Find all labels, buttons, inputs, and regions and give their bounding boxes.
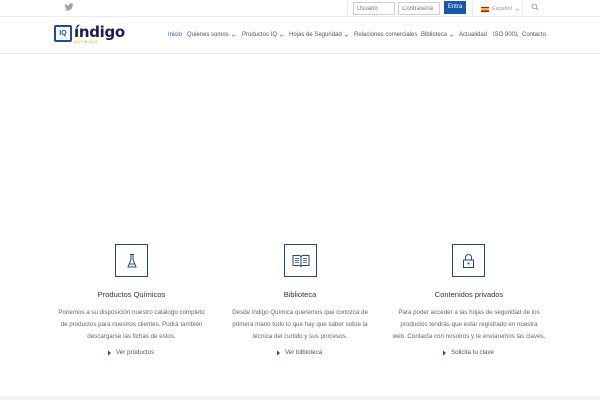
- feature-description: Para poder acceder a las hojas de seguri…: [392, 309, 546, 340]
- feature-icon-box: [284, 244, 317, 277]
- solicita-clave-link[interactable]: Solicita tu clave: [442, 349, 494, 356]
- nav-item-productos-iq[interactable]: Productos IQ: [242, 31, 284, 39]
- book-icon: [292, 254, 309, 267]
- feature-icon-box: [115, 244, 148, 277]
- logo-subtitle: QUIMICA: [74, 40, 99, 44]
- flask-icon: [126, 253, 137, 267]
- footer-edge: [0, 396, 600, 400]
- nav-item-contacto[interactable]: Contacto: [522, 31, 546, 39]
- chevron-down-icon: [344, 34, 348, 37]
- nav-item-hojas-seguridad[interactable]: Hojas de Seguridad: [289, 31, 349, 39]
- language-label: Español: [492, 6, 512, 12]
- chevron-down-icon: [231, 34, 235, 37]
- feature-title: Biblioteca: [283, 290, 317, 299]
- logo-wordmark: índigo: [74, 23, 125, 41]
- logo[interactable]: IQ índigo QUIMICA: [54, 25, 125, 47]
- divider: [522, 1, 523, 16]
- spain-flag-icon: [481, 6, 489, 12]
- nav-item-biblioteca[interactable]: Biblioteca: [421, 31, 454, 39]
- logo-badge: IQ: [54, 25, 72, 42]
- nav-item-relaciones-comerciales[interactable]: Relaciones comerciales: [354, 31, 417, 39]
- username-input[interactable]: [353, 2, 395, 15]
- chevron-down-icon: [449, 34, 454, 37]
- chevron-down-icon: [515, 8, 520, 11]
- feature-title: Contenidos privados: [434, 290, 504, 299]
- chevron-right-icon: [443, 349, 446, 356]
- chevron-right-icon: [277, 349, 280, 356]
- login-button[interactable]: Entra: [444, 1, 466, 14]
- ver-biblioteca-link[interactable]: Ver bilbioteca: [276, 349, 322, 356]
- chevron-down-icon: [279, 34, 284, 37]
- nav-item-iso-9001[interactable]: ISO 9001: [493, 31, 518, 39]
- divider: [347, 1, 348, 16]
- divider: [472, 1, 473, 16]
- feature-title: Productos Químicos: [97, 290, 166, 299]
- language-selector[interactable]: Español: [481, 4, 520, 14]
- top-bar: Entra Español: [0, 0, 600, 17]
- lock-icon: [463, 253, 474, 268]
- ver-productos-link[interactable]: Ver productos: [107, 349, 154, 356]
- feature-description: Desde índigo Química queremos que conozc…: [232, 309, 368, 340]
- twitter-icon[interactable]: [64, 2, 74, 12]
- nav-item-actualidad[interactable]: Actualidad: [459, 31, 487, 39]
- password-input[interactable]: [398, 2, 440, 15]
- feature-icon-box: [452, 244, 485, 277]
- nav-item-quienes-somos[interactable]: Quienes somos: [187, 31, 236, 39]
- nav-item-inicio[interactable]: Inicio: [168, 31, 182, 39]
- chevron-right-icon: [108, 349, 111, 356]
- search-icon[interactable]: [531, 3, 539, 11]
- feature-description: Ponemos a su disposición nuestro catálog…: [58, 309, 205, 340]
